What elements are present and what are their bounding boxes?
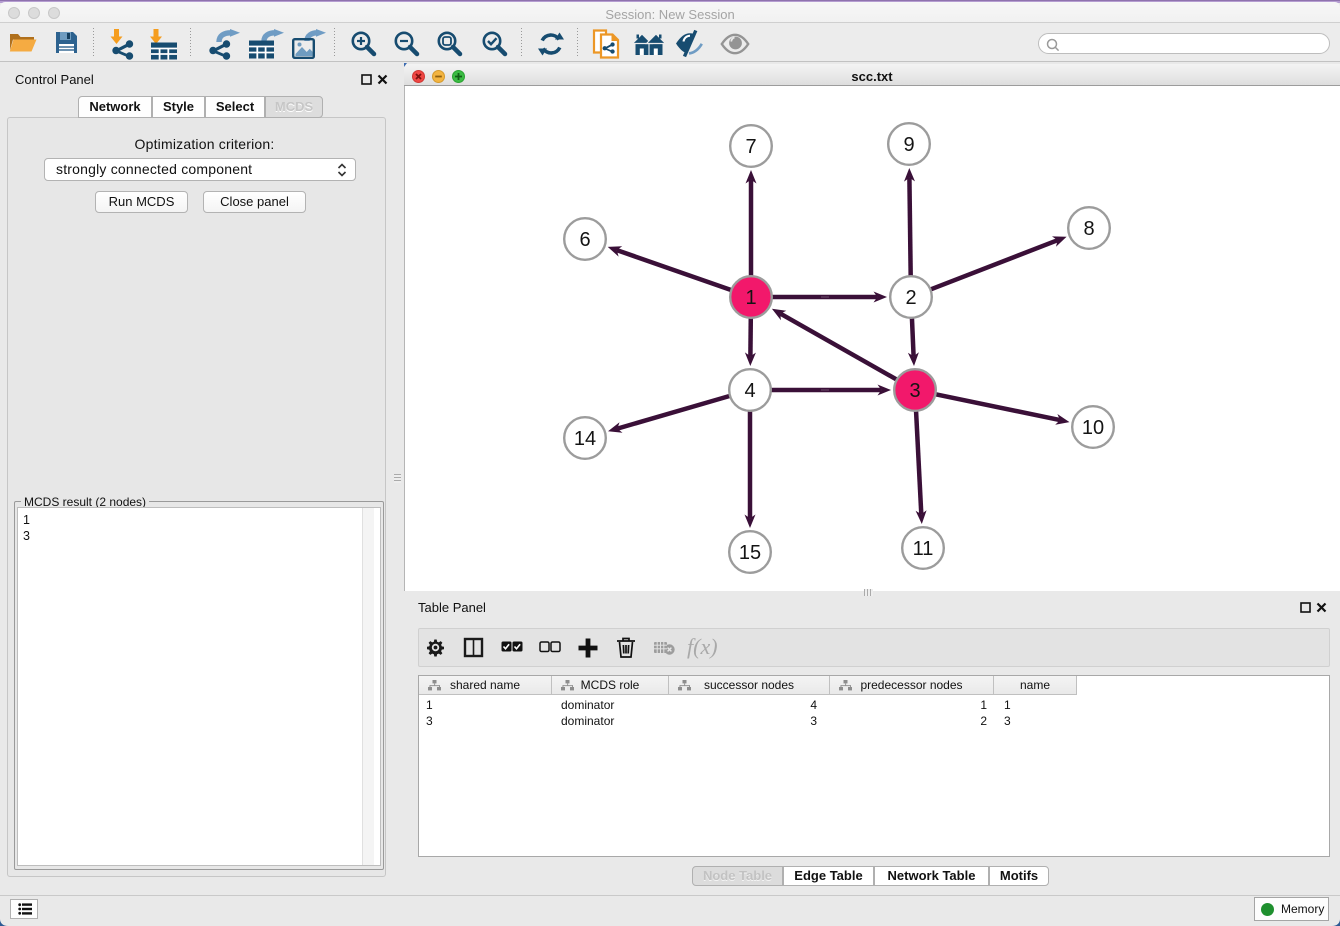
svg-text:15: 15 bbox=[739, 542, 761, 564]
svg-text:7: 7 bbox=[745, 136, 756, 158]
svg-text:14: 14 bbox=[574, 428, 596, 450]
svg-text:11: 11 bbox=[913, 538, 934, 560]
svg-text:10: 10 bbox=[1082, 417, 1104, 439]
svg-text:1: 1 bbox=[745, 287, 756, 309]
svg-text:9: 9 bbox=[903, 134, 914, 156]
svg-text:6: 6 bbox=[579, 229, 590, 251]
svg-text:8: 8 bbox=[1083, 218, 1094, 240]
svg-text:4: 4 bbox=[744, 380, 755, 402]
svg-text:3: 3 bbox=[909, 380, 920, 402]
svg-text:2: 2 bbox=[905, 287, 916, 309]
